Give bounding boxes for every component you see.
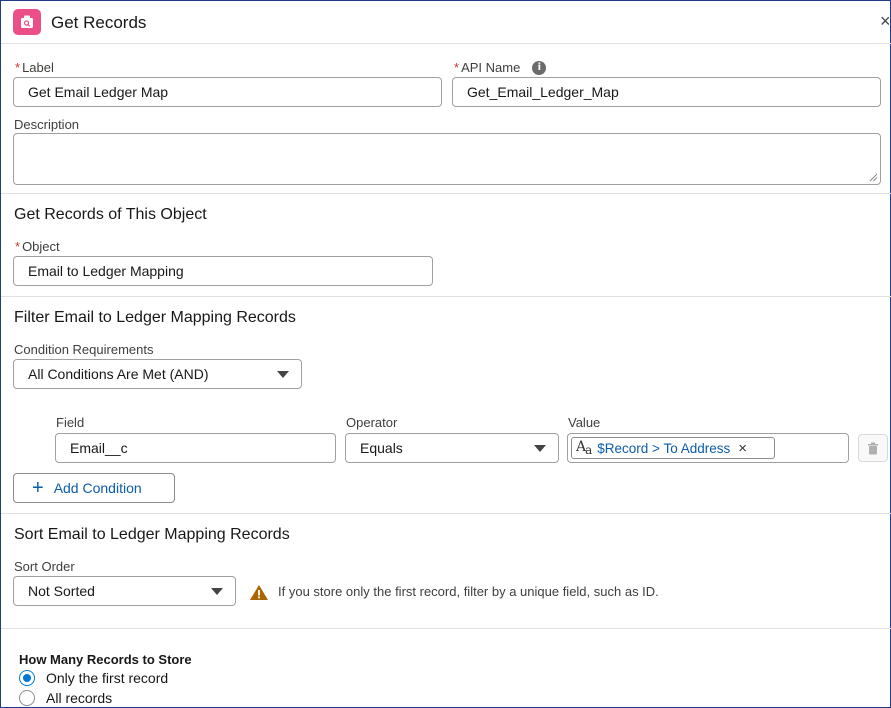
radio-button[interactable] xyxy=(19,670,35,686)
object-input[interactable]: Email to Ledger Mapping xyxy=(13,256,433,286)
section-divider xyxy=(1,296,891,297)
warning-icon xyxy=(250,585,268,600)
sort-warning-text: If you store only the first record, filt… xyxy=(278,584,659,599)
field-column-header: Field xyxy=(56,415,85,430)
condition-operator-select[interactable]: Equals xyxy=(345,433,559,463)
description-textarea[interactable] xyxy=(13,133,881,185)
section-divider xyxy=(1,628,891,629)
condition-requirements-value: All Conditions Are Met (AND) xyxy=(28,366,209,382)
required-mark: * xyxy=(15,239,21,254)
get-records-panel: Get Records × * Label Get Email Ledger Ma… xyxy=(0,0,891,708)
required-mark: * xyxy=(454,60,460,75)
radio-label: Only the first record xyxy=(46,670,169,686)
condition-value-input[interactable]: Aa $Record > To Address × xyxy=(567,433,849,463)
delete-condition-button[interactable] xyxy=(858,434,888,462)
api-name-input-value: Get_Email_Ledger_Map xyxy=(467,84,619,100)
sort-section-title: Sort Email to Ledger Mapping Records xyxy=(14,526,290,543)
condition-requirements-label: Condition Requirements xyxy=(14,342,154,357)
description-label: Description xyxy=(14,117,80,132)
resize-handle-icon[interactable] xyxy=(869,173,878,182)
chevron-down-icon xyxy=(277,371,289,378)
resource-pill-label: $Record > To Address xyxy=(597,440,731,456)
object-section-title: Get Records of This Object xyxy=(14,206,207,223)
section-divider xyxy=(1,193,891,194)
header-divider xyxy=(1,43,891,44)
label-field-label: * Label xyxy=(15,60,54,75)
get-records-icon xyxy=(13,9,41,35)
radio-label: All records xyxy=(46,690,113,706)
text-type-icon: Aa xyxy=(576,439,592,457)
add-condition-label: Add Condition xyxy=(53,480,142,496)
radio-option-all-records[interactable]: All records xyxy=(19,690,112,706)
info-icon[interactable]: i xyxy=(532,60,547,75)
condition-field-value: Email__c xyxy=(70,440,128,456)
sort-order-value: Not Sorted xyxy=(28,583,95,599)
chevron-down-icon xyxy=(211,588,223,595)
records-to-store-title: How Many Records to Store xyxy=(19,652,192,667)
object-field-label: * Object xyxy=(15,239,60,254)
trash-icon xyxy=(868,442,878,454)
panel-title: Get Records xyxy=(51,13,147,32)
add-condition-button[interactable]: + Add Condition xyxy=(13,473,175,503)
close-icon[interactable]: × xyxy=(880,11,891,32)
sort-order-select[interactable]: Not Sorted xyxy=(13,576,236,606)
section-divider xyxy=(1,513,891,514)
radio-button[interactable] xyxy=(19,690,35,706)
filter-section-title: Filter Email to Ledger Mapping Records xyxy=(14,309,296,326)
sort-order-label: Sort Order xyxy=(14,559,75,574)
chevron-down-icon xyxy=(534,445,546,452)
value-column-header: Value xyxy=(568,415,601,430)
required-mark: * xyxy=(15,60,21,75)
resource-pill: Aa $Record > To Address × xyxy=(571,437,775,459)
operator-column-header: Operator xyxy=(346,415,398,430)
label-input[interactable]: Get Email Ledger Map xyxy=(13,77,442,107)
condition-operator-value: Equals xyxy=(360,440,403,456)
plus-icon: + xyxy=(32,477,44,499)
condition-field-input[interactable]: Email__c xyxy=(55,433,336,463)
api-name-field-label: * API Name i xyxy=(454,60,547,75)
radio-option-first-record[interactable]: Only the first record xyxy=(19,670,168,686)
label-input-value: Get Email Ledger Map xyxy=(28,84,169,100)
remove-pill-icon[interactable]: × xyxy=(738,440,747,457)
api-name-input[interactable]: Get_Email_Ledger_Map xyxy=(452,77,881,107)
condition-requirements-select[interactable]: All Conditions Are Met (AND) xyxy=(13,359,302,389)
object-input-value: Email to Ledger Mapping xyxy=(28,263,184,279)
